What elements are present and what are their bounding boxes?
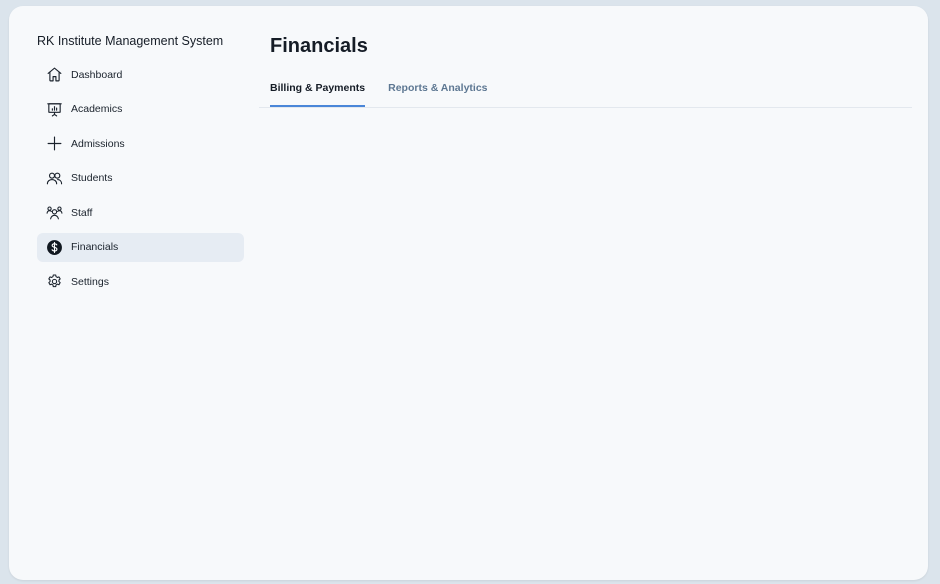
tab-billing-payments[interactable]: Billing & Payments xyxy=(270,80,366,107)
sidebar-item-dashboard[interactable]: Dashboard xyxy=(37,60,244,89)
plus-icon xyxy=(46,135,63,152)
sidebar-item-label: Students xyxy=(71,172,113,184)
gear-icon xyxy=(46,273,63,290)
sidebar-item-academics[interactable]: Academics xyxy=(37,95,244,124)
sidebar-item-staff[interactable]: Staff xyxy=(37,198,244,227)
group-icon xyxy=(46,204,63,221)
sidebar-item-label: Settings xyxy=(71,275,109,288)
tab-reports-analytics[interactable]: Reports & Analytics xyxy=(388,80,487,106)
sidebar-item-financials[interactable]: Financials xyxy=(37,232,244,262)
sidebar-item-students[interactable]: Students xyxy=(37,164,244,193)
sidebar-item-label: Academics xyxy=(71,103,123,115)
sidebar-item-label: Dashboard xyxy=(71,68,123,81)
app-window: RK Institute Management System Dashboard xyxy=(9,6,928,580)
sidebar-item-label: Financials xyxy=(71,241,119,253)
sidebar-item-label: Admissions xyxy=(71,137,125,150)
tab-bar: Billing & Payments Reports & Analytics xyxy=(259,80,912,108)
sidebar-item-settings[interactable]: Settings xyxy=(37,267,244,296)
main-content: Financials Billing & Payments Reports & … xyxy=(259,32,912,108)
page-title: Financials xyxy=(270,35,368,57)
users-icon xyxy=(46,170,63,187)
sidebar-nav: Dashboard Academics Admissions Students … xyxy=(37,60,244,296)
dollar-circle-icon xyxy=(46,239,63,256)
home-icon xyxy=(46,66,63,83)
presentation-chart-icon xyxy=(46,101,63,118)
sidebar-item-admissions[interactable]: Admissions xyxy=(37,129,244,158)
sidebar-item-label: Staff xyxy=(71,206,93,219)
app-title: RK Institute Management System xyxy=(37,34,224,48)
sidebar: RK Institute Management System Dashboard xyxy=(37,33,244,302)
